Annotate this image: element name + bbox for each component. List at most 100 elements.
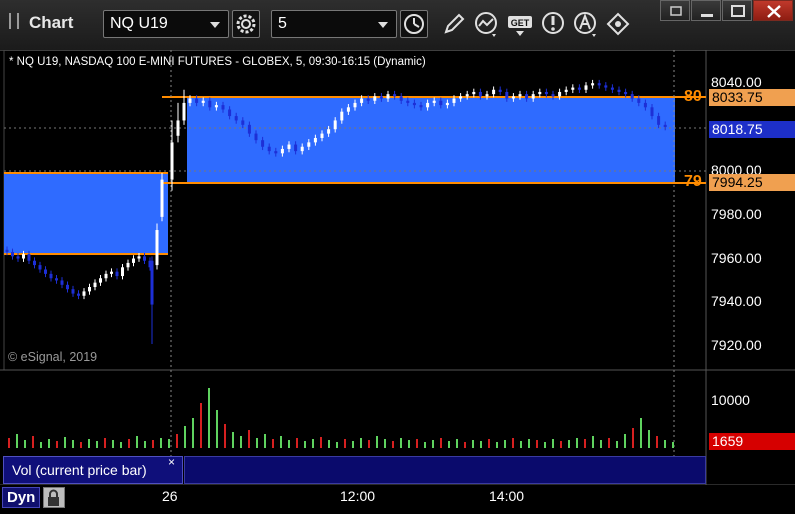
candle-body <box>492 89 496 95</box>
drag-grip-icon[interactable] <box>9 13 19 29</box>
maximize-button[interactable] <box>722 0 752 21</box>
volume-bar <box>184 426 186 448</box>
volume-bar <box>600 440 602 448</box>
pin-button[interactable] <box>660 0 690 21</box>
volume-bar <box>176 434 178 448</box>
close-study-icon[interactable]: × <box>168 455 175 469</box>
candle-body <box>366 98 370 101</box>
volume-bar <box>144 441 146 448</box>
annotate-icon <box>574 12 596 37</box>
candle-body <box>393 94 397 97</box>
candle-body <box>564 89 568 92</box>
candle-body <box>182 102 186 121</box>
minimize-button[interactable] <box>691 0 721 21</box>
volume-bar <box>344 439 346 448</box>
draw-tool-button[interactable] <box>440 10 468 38</box>
volume-bar <box>616 441 618 448</box>
candle-body <box>49 273 53 279</box>
price-axis-label: 8040.00 <box>711 74 762 90</box>
volume-bar <box>72 440 74 448</box>
dynamic-mode-button[interactable]: Dyn <box>2 487 40 508</box>
volume-bar <box>208 388 210 448</box>
price-axis-label: 7960.00 <box>711 250 762 266</box>
volume-bar <box>664 440 666 448</box>
studies-button[interactable] <box>472 10 500 38</box>
lock-scroll-button[interactable] <box>43 487 65 508</box>
volume-bar <box>336 442 338 448</box>
volume-value-tag: 1659 <box>709 433 795 450</box>
volume-bar <box>488 439 490 448</box>
volume-bar <box>416 439 418 448</box>
candle-body <box>630 94 634 99</box>
price-axis-label: 7980.00 <box>711 206 762 222</box>
lock-icon <box>48 489 59 506</box>
interval-clock-button[interactable] <box>400 10 428 38</box>
volume-bar <box>64 437 66 448</box>
candle-body <box>33 260 36 266</box>
link-button[interactable] <box>604 10 632 38</box>
candle-body <box>465 94 469 97</box>
time-axis-label: 14:00 <box>489 488 525 504</box>
maximize-icon <box>731 5 745 17</box>
candle-body <box>617 89 621 92</box>
candle-body <box>176 120 180 136</box>
get-data-button[interactable]: GET <box>506 10 534 38</box>
symbol-settings-button[interactable] <box>232 10 260 38</box>
volume-bar <box>128 439 130 448</box>
volume-bar <box>376 436 378 448</box>
symbol-combo[interactable]: NQ U19 <box>103 10 229 38</box>
candle-body <box>340 111 344 121</box>
volume-bar <box>576 438 578 448</box>
candle-body <box>300 146 304 152</box>
candle-body <box>610 87 614 90</box>
candle-body <box>320 133 324 138</box>
candle-body <box>525 94 529 99</box>
lower-level-number: 79 <box>684 173 702 190</box>
volume-bar <box>248 430 250 448</box>
candle-body <box>558 91 562 97</box>
volume-bar <box>384 439 386 448</box>
alert-button[interactable] <box>540 10 568 38</box>
volume-bar <box>240 436 242 448</box>
volume-bar <box>448 441 450 448</box>
chevron-down-icon[interactable] <box>378 22 388 28</box>
candle-body <box>5 249 9 252</box>
chevron-down-icon[interactable] <box>210 22 220 28</box>
price-chart[interactable] <box>0 50 795 510</box>
candle-body <box>498 89 502 92</box>
volume-bar <box>672 442 674 448</box>
candle-body <box>459 96 463 99</box>
volume-study-tab[interactable]: Vol (current price bar) <box>3 456 183 484</box>
minimize-icon <box>701 14 713 17</box>
price-axis-label: 7920.00 <box>711 337 762 353</box>
candle-body <box>195 98 199 103</box>
volume-bar <box>464 442 466 448</box>
candle-body <box>439 100 443 106</box>
dynamic-mode-label: Dyn <box>7 489 36 506</box>
volume-bar <box>304 441 306 448</box>
annotate-button[interactable] <box>572 10 600 38</box>
volume-bar <box>152 440 154 448</box>
candle-body <box>267 146 271 152</box>
last-price-tag: 8018.75 <box>709 121 795 138</box>
interval-combo[interactable]: 5 <box>271 10 397 38</box>
volume-bar <box>112 440 114 448</box>
candle-body <box>637 98 641 103</box>
candle-body <box>38 265 42 270</box>
candle-body <box>99 278 102 283</box>
candle-body <box>22 254 25 259</box>
volume-bar <box>456 439 458 448</box>
window-title: Chart <box>29 13 74 32</box>
volume-study-band <box>184 456 706 484</box>
volume-bar <box>224 424 226 448</box>
interval-value: 5 <box>278 15 287 32</box>
candle-body <box>663 124 667 128</box>
candle-body <box>426 102 430 108</box>
candle-body <box>406 100 410 103</box>
candle-body <box>93 282 97 288</box>
candle-body <box>478 91 482 97</box>
volume-bar <box>392 441 394 448</box>
close-button[interactable] <box>753 0 793 21</box>
volume-bar <box>160 438 162 448</box>
volume-bar <box>16 434 18 448</box>
